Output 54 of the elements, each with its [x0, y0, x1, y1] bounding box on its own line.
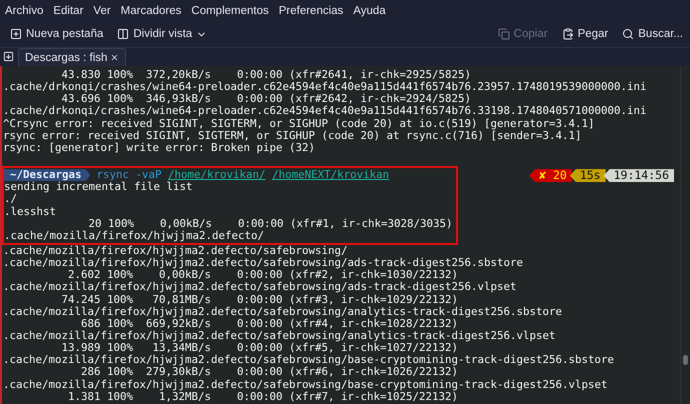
terminal-line: sending incremental file list	[4, 181, 194, 194]
terminal-tab[interactable]: Descargas : fish	[18, 48, 126, 66]
menu-item[interactable]: Complementos	[191, 4, 269, 16]
terminal-line: 1.381 100% 1,32MB/s 0:00:00 (xfr#7, ir-chk=1025/22132)	[68, 390, 458, 403]
terminal-line: 2.602 100% 0,00kB/s 0:00:00 (xfr#2, ir-chk=1030/22132)	[68, 269, 458, 282]
path-argument: /home/krovikan/	[168, 169, 266, 182]
command-name: rsync	[96, 169, 130, 182]
terminal-line: .cache/drkonqi/crashes/wine64-preloader.c62e4594ef4c40e9a115d441f6574b76.33198.1748040571000000.ini	[3, 105, 648, 118]
prompt-status-segment: 15s	[570, 169, 606, 182]
terminal-line: .cache/mozilla/firefox/hjwjjma2.defecto/safebrowsing/ads-track-digest256.vlpset	[3, 281, 518, 294]
terminal-line: ^Crsync error: received SIGINT, SIGTERM, or SIGHUP (code 20) at io.c(519) [generator=3.4.1]	[3, 118, 596, 130]
option-text: -vaP	[136, 169, 162, 182]
new-tab-icon	[10, 28, 22, 40]
terminal-line: ./	[4, 193, 18, 206]
scrollbar-track[interactable]	[680, 66, 690, 404]
menu-item[interactable]: Archivo	[5, 4, 44, 16]
terminal-line: .cache/mozilla/firefox/hjwjjma2.defecto/safebrowsing/base-cryptomining-track-digest256.sbstore	[3, 354, 616, 366]
terminal-line: .cache/mozilla/firefox/hjwjjma2.defecto/	[4, 230, 266, 242]
menu-item[interactable]: Preferencias	[278, 4, 344, 16]
terminal-line: 13.989 100% 13,34MB/s 0:00:00 (xfr#5, ir-chk=1027/22132)	[62, 342, 458, 354]
menu-item[interactable]: Editar	[53, 4, 84, 16]
copy-icon	[498, 28, 510, 40]
toolbar-button[interactable]: Nueva pestaña	[8, 26, 106, 42]
terminal-line: .cache/mozilla/firefox/hjwjjma2.defecto/safebrowsing/base-cryptomining-track-digest256.vlpset	[3, 378, 609, 391]
terminal-line: .lesshst	[4, 206, 58, 218]
prompt-status-segment: 19:14:56	[604, 169, 674, 182]
terminal-line: 686 100% 669,92kB/s 0:00:00 (xfr#4, ir-chk=1028/22132)	[81, 318, 458, 330]
terminal-line: rsync: [generator] write error: Broken pipe (32)	[3, 142, 316, 154]
terminal-line: 43.830 100% 372,20kB/s 0:00:00 (xfr#2641, ir-chk=2925/5825)	[60, 69, 472, 82]
menu-item[interactable]: Marcadores	[120, 4, 182, 16]
terminal-line: 43.696 100% 346,93kB/s 0:00:00 (xfr#2642, ir-chk=2924/5825)	[62, 93, 472, 106]
terminal-line: .cache/mozilla/firefox/hjwjjma2.defecto/safebrowsing/analytics-track-digest256.sbstore	[3, 306, 564, 318]
terminal-line: rsync error: received SIGINT, SIGTERM, or SIGHUP (code 20) at rsync.c(716) [sender=3.4.1]	[3, 130, 582, 142]
toolbar-button[interactable]: Pegar	[560, 26, 610, 42]
close-icon	[110, 53, 120, 62]
terminal-line: 74.245 100% 70,81MB/s 0:00:00 (xfr#3, ir-chk=1029/22132)	[60, 294, 460, 306]
scrollbar-thumb[interactable]	[683, 355, 688, 365]
terminal-line: 286 100% 279,30kB/s 0:00:00 (xfr#6, ir-chk=1026/22132)	[81, 366, 458, 379]
prompt-status-segment: ✘ 20	[529, 169, 572, 182]
toolbar-button[interactable]: Buscar...	[620, 26, 685, 42]
path-argument: /homeNEXT/krovikan	[272, 169, 390, 182]
menu-item[interactable]: Ver	[93, 4, 111, 16]
clipboard-icon	[562, 28, 574, 40]
terminal-line: .cache/mozilla/firefox/hjwjjma2.defecto/safebrowsing/ads-track-digest256.sbstore	[3, 257, 524, 270]
search-icon	[622, 28, 634, 40]
tab-menu-icon	[3, 51, 14, 62]
terminal-line: 20 100% 0,00kB/s 0:00:00 (xfr#1, ir-chk=3028/3035)	[88, 218, 453, 230]
prompt-directory: ~/Descargas	[4, 169, 91, 182]
terminal-line: .cache/mozilla/firefox/hjwjjma2.defecto/safebrowsing/	[3, 244, 349, 258]
terminal-line: .cache/drkonqi/crashes/wine64-preloader.c62e4594ef4c40e9a115d441f6574b76.23957.1748019539000000.ini	[3, 81, 648, 94]
terminal-line: .cache/mozilla/firefox/hjwjjma2.defecto/safebrowsing/analytics-track-digest256.vlpset	[3, 330, 557, 342]
split-view-icon	[117, 28, 130, 40]
menu-item[interactable]: Ayuda	[353, 4, 386, 16]
toolbar-button[interactable]: Dividir vista	[115, 26, 210, 42]
